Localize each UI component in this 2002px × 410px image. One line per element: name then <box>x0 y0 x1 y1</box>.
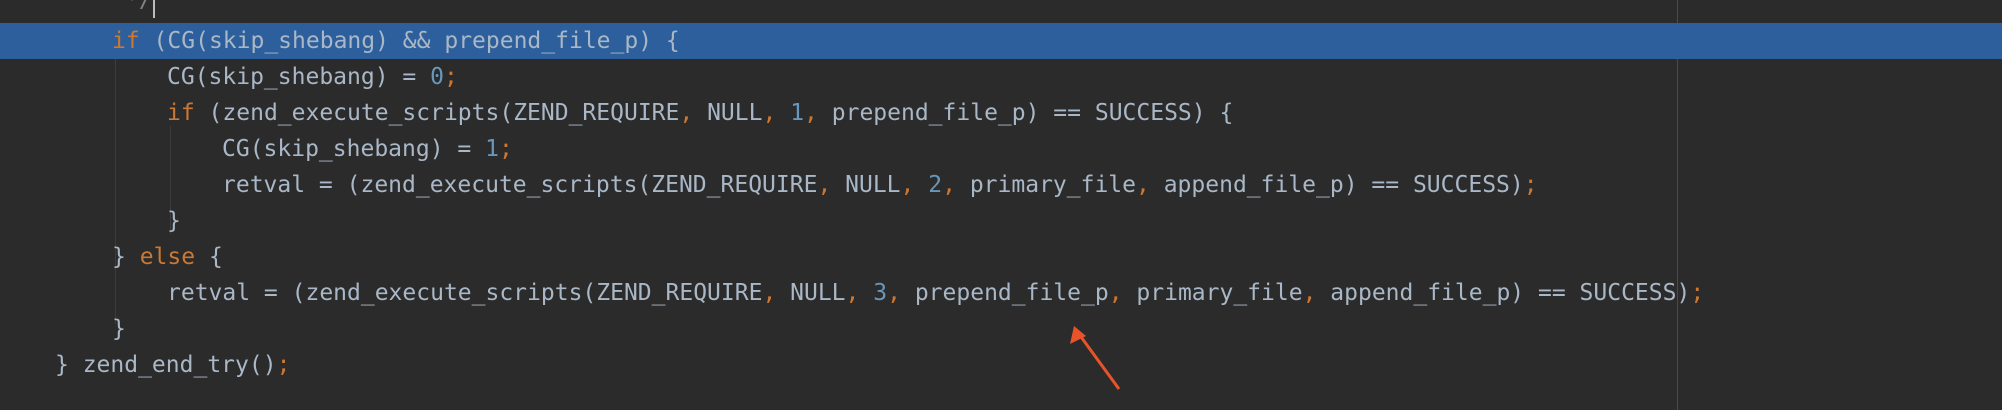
code-token: NULL <box>693 100 763 126</box>
code-token: append_file_p) == SUCCESS) <box>1149 172 1524 198</box>
code-token: append_file_p) == SUCCESS) <box>1316 280 1691 306</box>
code-token: prepend_file_p <box>900 280 1109 306</box>
code-token: } zend_end_try() <box>55 352 277 378</box>
code-text: } else { <box>112 239 223 275</box>
code-token: primary_file <box>955 172 1136 198</box>
code-token: , <box>1108 280 1123 306</box>
code-token: ; <box>1690 280 1705 306</box>
code-token: if <box>167 100 195 126</box>
code-token: else <box>139 244 196 270</box>
code-text: CG(skip_shebang) = 0; <box>167 59 458 95</box>
code-token: ; <box>1523 172 1538 198</box>
code-text: retval = (zend_execute_scripts(ZEND_REQU… <box>167 275 1704 311</box>
code-token: if <box>112 28 140 54</box>
code-text: retval = (zend_execute_scripts(ZEND_REQU… <box>222 167 1538 203</box>
code-text: } <box>112 311 126 347</box>
code-token: , <box>1136 172 1150 198</box>
code-token: , <box>679 100 694 126</box>
code-text: CG(skip_shebang) = 1; <box>222 131 513 167</box>
code-token: } <box>167 208 181 234</box>
code-line[interactable]: } <box>0 203 2002 239</box>
code-token: 1 <box>485 136 499 162</box>
code-token: ; <box>498 136 513 162</box>
code-token: 1 <box>790 100 805 126</box>
code-token: , <box>762 100 777 126</box>
code-text: if (zend_execute_scripts(ZEND_REQUIRE, N… <box>167 95 1233 131</box>
code-token: NULL <box>831 172 901 198</box>
code-text: } zend_end_try(); <box>55 347 290 383</box>
code-token: { <box>195 244 223 270</box>
code-token: } <box>112 244 140 270</box>
code-token: ; <box>443 64 458 90</box>
code-line[interactable]: retval = (zend_execute_scripts(ZEND_REQU… <box>0 167 2002 203</box>
code-text: } <box>167 203 181 239</box>
code-token: , <box>887 280 901 306</box>
code-line[interactable]: */ <box>0 0 2002 18</box>
code-token: retval = (zend_execute_scripts(ZEND_REQU… <box>167 280 763 306</box>
code-line-selected[interactable]: if (CG(skip_shebang) && prepend_file_p) … <box>0 23 2002 59</box>
code-line[interactable]: CG(skip_shebang) = 0; <box>0 59 2002 95</box>
code-line[interactable]: } zend_end_try(); <box>0 347 2002 383</box>
code-line[interactable]: } else { <box>0 239 2002 275</box>
code-line[interactable]: } <box>0 311 2002 347</box>
code-editor[interactable]: */ if (CG(skip_shebang) && prepend_file_… <box>0 0 2002 410</box>
code-token: */ <box>125 0 153 13</box>
code-token: } <box>112 316 126 342</box>
code-token: , <box>900 172 915 198</box>
code-token: , <box>817 172 832 198</box>
code-token: 2 <box>928 172 943 198</box>
code-text: if (CG(skip_shebang) && prepend_file_p) … <box>112 23 680 59</box>
annotation-arrow-icon <box>1070 326 1120 390</box>
code-token: primary_file <box>1122 280 1303 306</box>
code-token: CG(skip_shebang) = <box>222 136 486 162</box>
code-token: 3 <box>873 280 888 306</box>
code-line[interactable]: if (zend_execute_scripts(ZEND_REQUIRE, N… <box>0 95 2002 131</box>
code-token: prepend_file_p) == SUCCESS) { <box>817 100 1234 126</box>
code-token: 0 <box>430 64 444 90</box>
code-text: */ <box>125 0 153 18</box>
code-token: ; <box>276 352 291 378</box>
code-line[interactable]: retval = (zend_execute_scripts(ZEND_REQU… <box>0 275 2002 311</box>
code-token: , <box>1302 280 1317 306</box>
code-token: , <box>942 172 956 198</box>
code-token: NULL <box>776 280 846 306</box>
code-token: , <box>804 100 818 126</box>
code-token: , <box>762 280 777 306</box>
code-token: (CG(skip_shebang) && prepend_file_p) { <box>139 28 680 54</box>
code-line[interactable]: CG(skip_shebang) = 1; <box>0 131 2002 167</box>
code-token: CG(skip_shebang) = <box>167 64 431 90</box>
code-token: retval = (zend_execute_scripts(ZEND_REQU… <box>222 172 818 198</box>
code-token: , <box>845 280 860 306</box>
text-caret <box>153 0 155 18</box>
code-token: (zend_execute_scripts(ZEND_REQUIRE <box>194 100 680 126</box>
